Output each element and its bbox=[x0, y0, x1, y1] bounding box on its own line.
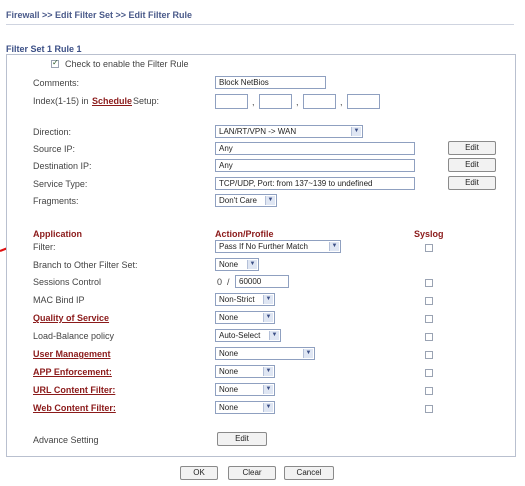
chevron-down-icon: ▼ bbox=[247, 260, 257, 269]
filter-syslog-checkbox[interactable] bbox=[425, 244, 433, 252]
clear-button[interactable]: Clear bbox=[228, 466, 276, 480]
schedule-label-suffix: Setup: bbox=[133, 96, 160, 106]
branch-value: None bbox=[219, 260, 239, 269]
chevron-down-icon: ▼ bbox=[263, 313, 273, 322]
load-balance-value: Auto-Select bbox=[219, 331, 261, 340]
cancel-button[interactable]: Cancel bbox=[284, 466, 334, 480]
sessions-syslog-checkbox[interactable] bbox=[425, 279, 433, 287]
app-enforcement-value: None bbox=[219, 367, 239, 376]
schedule-index-4[interactable] bbox=[347, 94, 380, 109]
sessions-max-input[interactable]: 60000 bbox=[235, 275, 289, 288]
schedule-index-2[interactable] bbox=[259, 94, 292, 109]
destination-ip-edit-button[interactable]: Edit bbox=[448, 158, 496, 172]
branch-select[interactable]: None ▼ bbox=[215, 258, 259, 271]
enable-rule-label: Check to enable the Filter Rule bbox=[65, 59, 189, 69]
fragments-label: Fragments: bbox=[33, 196, 79, 206]
source-ip-label: Source IP: bbox=[33, 144, 76, 154]
user-management-syslog-checkbox[interactable] bbox=[425, 351, 433, 359]
filter-label: Filter: bbox=[33, 242, 56, 252]
url-content-filter-syslog-checkbox[interactable] bbox=[425, 387, 433, 395]
schedule-index-3[interactable] bbox=[303, 94, 336, 109]
service-type-input[interactable]: TCP/UDP, Port: from 137~139 to undefined bbox=[215, 177, 415, 190]
load-balance-label: Load-Balance policy bbox=[33, 331, 115, 341]
destination-ip-label: Destination IP: bbox=[33, 161, 92, 171]
mac-bind-label: MAC Bind IP bbox=[33, 295, 85, 305]
web-content-filter-link[interactable]: Web Content Filter: bbox=[33, 403, 116, 413]
sessions-slash: / bbox=[227, 277, 230, 287]
load-balance-syslog-checkbox[interactable] bbox=[425, 333, 433, 341]
mac-bind-value: Non-Strict bbox=[219, 295, 255, 304]
app-enforcement-syslog-checkbox[interactable] bbox=[425, 369, 433, 377]
qos-link[interactable]: Quality of Service bbox=[33, 313, 109, 323]
chevron-down-icon: ▼ bbox=[263, 403, 273, 412]
app-enforcement-link[interactable]: APP Enforcement: bbox=[33, 367, 112, 377]
syslog-header: Syslog bbox=[414, 229, 444, 239]
fragments-select[interactable]: Don't Care ▼ bbox=[215, 194, 277, 207]
schedule-separator: , bbox=[296, 97, 299, 107]
url-content-filter-link[interactable]: URL Content Filter: bbox=[33, 385, 115, 395]
filter-value: Pass If No Further Match bbox=[219, 242, 308, 251]
direction-select[interactable]: LAN/RT/VPN -> WAN ▼ bbox=[215, 125, 363, 138]
web-content-filter-select[interactable]: None ▼ bbox=[215, 401, 275, 414]
direction-label: Direction: bbox=[33, 127, 72, 137]
fragments-value: Don't Care bbox=[219, 196, 257, 205]
schedule-separator: , bbox=[252, 97, 255, 107]
user-management-select[interactable]: None ▼ bbox=[215, 347, 315, 360]
application-header: Application bbox=[33, 229, 82, 239]
user-management-link[interactable]: User Management bbox=[33, 349, 111, 359]
chevron-down-icon: ▼ bbox=[329, 242, 339, 251]
qos-value: None bbox=[219, 313, 239, 322]
enable-rule-checkbox[interactable] bbox=[51, 58, 59, 68]
chevron-down-icon: ▼ bbox=[303, 349, 313, 358]
url-content-filter-select[interactable]: None ▼ bbox=[215, 383, 275, 396]
ok-button[interactable]: OK bbox=[180, 466, 218, 480]
load-balance-select[interactable]: Auto-Select ▼ bbox=[215, 329, 281, 342]
url-content-filter-value: None bbox=[219, 385, 239, 394]
sessions-control-label: Sessions Control bbox=[33, 277, 102, 287]
app-enforcement-select[interactable]: None ▼ bbox=[215, 365, 275, 378]
web-content-filter-value: None bbox=[219, 403, 239, 412]
schedule-link[interactable]: Schedule bbox=[92, 96, 132, 106]
service-type-edit-button[interactable]: Edit bbox=[448, 176, 496, 190]
source-ip-edit-button[interactable]: Edit bbox=[448, 141, 496, 155]
service-type-label: Service Type: bbox=[33, 179, 88, 189]
schedule-index-1[interactable] bbox=[215, 94, 248, 109]
schedule-separator: , bbox=[340, 97, 343, 107]
mac-bind-select[interactable]: Non-Strict ▼ bbox=[215, 293, 275, 306]
mac-bind-syslog-checkbox[interactable] bbox=[425, 297, 433, 305]
user-management-value: None bbox=[219, 349, 239, 358]
divider bbox=[6, 24, 514, 25]
schedule-label-prefix: Index(1-15) in bbox=[33, 96, 89, 106]
comments-label: Comments: bbox=[33, 78, 80, 88]
chevron-down-icon: ▼ bbox=[265, 196, 275, 205]
source-ip-input[interactable]: Any bbox=[215, 142, 415, 155]
chevron-down-icon: ▼ bbox=[263, 367, 273, 376]
filter-rule-panel: Check to enable the Filter Rule Comments… bbox=[6, 54, 516, 457]
chevron-down-icon: ▼ bbox=[351, 127, 361, 136]
branch-label: Branch to Other Filter Set: bbox=[33, 260, 138, 270]
direction-value: LAN/RT/VPN -> WAN bbox=[219, 127, 297, 136]
chevron-down-icon: ▼ bbox=[263, 385, 273, 394]
advance-setting-edit-button[interactable]: Edit bbox=[217, 432, 267, 446]
action-profile-header: Action/Profile bbox=[215, 229, 274, 239]
sessions-current: 0 bbox=[217, 277, 223, 287]
qos-select[interactable]: None ▼ bbox=[215, 311, 275, 324]
filter-select[interactable]: Pass If No Further Match ▼ bbox=[215, 240, 341, 253]
web-content-filter-syslog-checkbox[interactable] bbox=[425, 405, 433, 413]
chevron-down-icon: ▼ bbox=[269, 331, 279, 340]
comments-input[interactable]: Block NetBios bbox=[215, 76, 326, 89]
advance-setting-label: Advance Setting bbox=[33, 435, 99, 445]
qos-syslog-checkbox[interactable] bbox=[425, 315, 433, 323]
chevron-down-icon: ▼ bbox=[263, 295, 273, 304]
destination-ip-input[interactable]: Any bbox=[215, 159, 415, 172]
